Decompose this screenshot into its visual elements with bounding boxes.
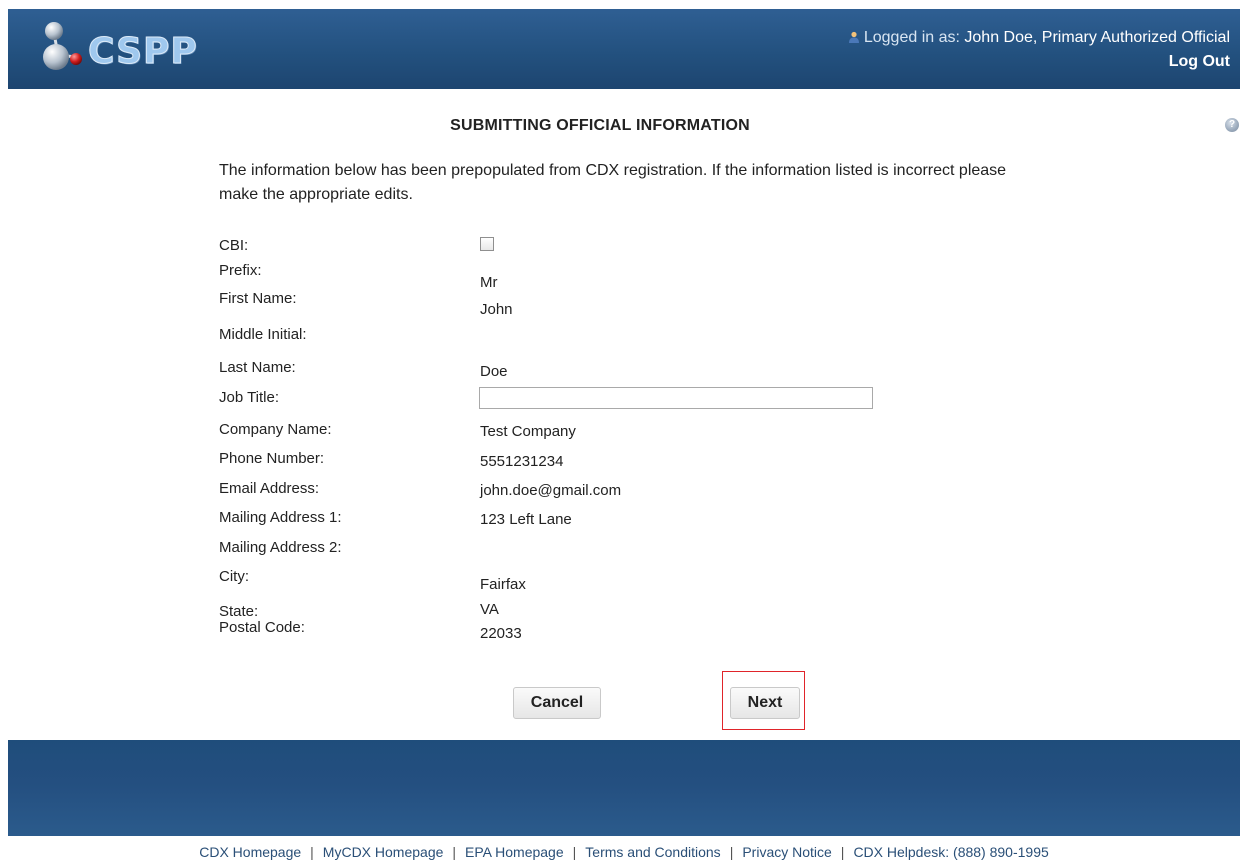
footer-band bbox=[8, 740, 1240, 836]
footer-link-cdx-homepage[interactable]: CDX Homepage bbox=[199, 844, 301, 860]
cspp-logo[interactable]: CSPP bbox=[36, 17, 216, 77]
page-title: SUBMITTING OFFICIAL INFORMATION bbox=[450, 117, 750, 134]
email-address-label: Email Address: bbox=[219, 480, 320, 497]
state-value: VA bbox=[480, 601, 499, 618]
prefix-label: Prefix: bbox=[219, 262, 262, 279]
company-name-value: Test Company bbox=[480, 423, 576, 440]
header-bar: CSPP Logged in as: John Doe, Primary Aut… bbox=[8, 9, 1240, 89]
phone-number-value: 5551231234 bbox=[480, 453, 564, 470]
postal-code-value: 22033 bbox=[480, 625, 522, 642]
logged-in-info: Logged in as: John Doe, Primary Authoriz… bbox=[848, 29, 1230, 47]
footer-link-mycdx-homepage[interactable]: MyCDX Homepage bbox=[323, 844, 444, 860]
footer-separator: | bbox=[452, 844, 457, 860]
cancel-button[interactable]: Cancel bbox=[513, 687, 601, 719]
footer-link-epa-homepage[interactable]: EPA Homepage bbox=[465, 844, 564, 860]
first-name-value: John bbox=[480, 301, 513, 318]
middle-initial-label: Middle Initial: bbox=[219, 326, 307, 343]
job-title-input[interactable] bbox=[479, 387, 873, 409]
footer-separator: | bbox=[729, 844, 734, 860]
mailing-address-1-value: 123 Left Lane bbox=[480, 511, 572, 528]
email-address-value: john.doe@gmail.com bbox=[480, 482, 622, 499]
footer-links: CDX Homepage | MyCDX Homepage | EPA Homepage… bbox=[0, 844, 1248, 860]
postal-code-label: Postal Code: bbox=[219, 619, 305, 636]
footer-separator: | bbox=[310, 844, 314, 860]
logo-text: CSPP bbox=[88, 31, 198, 73]
footer-link-terms[interactable]: Terms and Conditions bbox=[585, 844, 720, 860]
logout-link[interactable]: Log Out bbox=[1169, 53, 1230, 71]
footer-link-privacy[interactable]: Privacy Notice bbox=[742, 844, 831, 860]
last-name-value: Doe bbox=[480, 363, 508, 380]
cbi-checkbox[interactable] bbox=[480, 237, 494, 251]
mailing-address-2-label: Mailing Address 2: bbox=[219, 539, 342, 556]
logged-in-prefix: Logged in as: bbox=[863, 29, 960, 46]
footer-separator: | bbox=[840, 844, 845, 860]
cbi-label: CBI: bbox=[219, 237, 249, 254]
job-title-label: Job Title: bbox=[219, 389, 280, 406]
footer-link-helpdesk[interactable]: CDX Helpdesk: (888) 890-1995 bbox=[853, 844, 1048, 860]
city-label: City: bbox=[219, 568, 249, 585]
phone-number-label: Phone Number: bbox=[219, 450, 325, 467]
mailing-address-1-label: Mailing Address 1: bbox=[219, 509, 342, 526]
first-name-label: First Name: bbox=[219, 290, 297, 307]
last-name-label: Last Name: bbox=[219, 359, 296, 376]
state-label: State: bbox=[219, 603, 259, 620]
next-button-highlight bbox=[722, 671, 805, 730]
company-name-label: Company Name: bbox=[219, 421, 332, 438]
intro-text: The information below has been prepopula… bbox=[219, 162, 1007, 203]
help-icon[interactable]: ? bbox=[1225, 118, 1239, 132]
prefix-value: Mr bbox=[480, 274, 498, 291]
footer-separator: | bbox=[572, 844, 577, 860]
user-name: John Doe, Primary Authorized Official bbox=[964, 29, 1230, 46]
city-value: Fairfax bbox=[480, 576, 526, 593]
molecule-logo-icon bbox=[43, 22, 82, 70]
user-icon bbox=[848, 31, 859, 43]
